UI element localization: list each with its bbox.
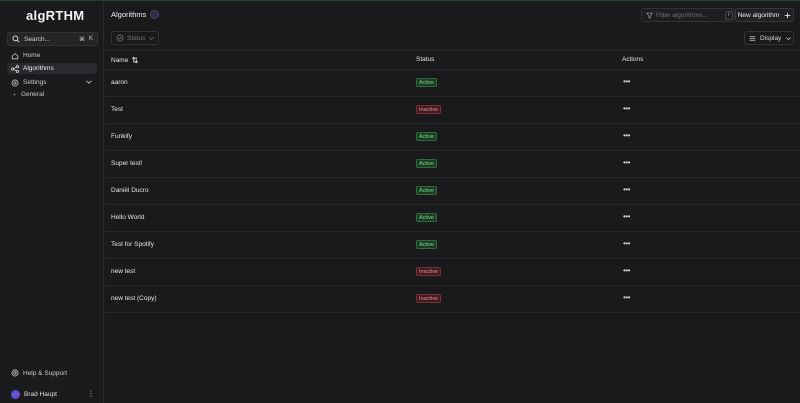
status-badge: Active	[416, 186, 437, 195]
table-row[interactable]: Daniël Ducro Active •••	[105, 178, 800, 205]
main-content: Algorithms / New algorithm Status Displa…	[105, 1, 800, 403]
algorithm-name[interactable]: Super test!	[111, 160, 142, 167]
status-filter-label: Status	[127, 34, 146, 42]
status-badge: Active	[416, 213, 437, 222]
search-shortcut: ⌘ K	[79, 36, 93, 43]
more-horizontal-icon[interactable]: •••	[623, 77, 630, 86]
status-badge: Active	[416, 132, 437, 141]
column-header-name[interactable]: Name	[111, 56, 139, 64]
app-logo[interactable]: algRTHM	[26, 8, 84, 23]
avatar	[11, 390, 20, 399]
page-title: Algorithms	[111, 10, 160, 19]
more-horizontal-icon[interactable]: •••	[623, 185, 630, 194]
algorithm-name[interactable]: new test (Copy)	[111, 295, 157, 302]
user-menu[interactable]: Brad Haupt ⋮	[11, 389, 95, 399]
more-horizontal-icon[interactable]: •••	[623, 239, 630, 248]
sidebar: algRTHM Search... ⌘ K Home Algorithms Se…	[0, 1, 104, 403]
status-badge: Active	[416, 240, 437, 249]
sort-icon[interactable]	[131, 56, 139, 64]
page-title-text: Algorithms	[111, 10, 147, 19]
help-support-link[interactable]: Help & Support	[11, 369, 67, 377]
filter-icon	[646, 12, 653, 19]
more-horizontal-icon[interactable]: •••	[623, 266, 630, 275]
sliders-icon	[749, 35, 756, 42]
table-row[interactable]: aaron Active •••	[105, 70, 800, 97]
new-algorithm-button[interactable]: New algorithm	[735, 8, 794, 22]
user-name: Brad Haupt	[24, 391, 57, 398]
table-header: Name Status Actions	[105, 50, 800, 70]
table-row[interactable]: new test Inactive •••	[105, 259, 800, 286]
new-algorithm-label: New algorithm	[737, 11, 780, 19]
algorithm-name[interactable]: Hello World	[111, 214, 144, 221]
table-row[interactable]: Hello World Active •••	[105, 205, 800, 232]
chevron-down-icon	[148, 35, 155, 42]
status-badge: Active	[416, 78, 437, 87]
algorithm-name[interactable]: Test for Spotify	[111, 241, 154, 248]
sidebar-item-label: Settings	[23, 79, 47, 86]
search-icon	[12, 35, 20, 43]
table-row[interactable]: Test Inactive •••	[105, 97, 800, 124]
algorithm-name[interactable]: aaron	[111, 79, 128, 86]
settings-icon	[11, 79, 19, 87]
algorithm-name[interactable]: Daniël Ducro	[111, 187, 149, 194]
filter-input[interactable]	[656, 11, 722, 19]
dot-icon	[13, 93, 16, 96]
sidebar-item-label: Algorithms	[23, 65, 54, 72]
chevron-down-icon	[785, 35, 792, 42]
algorithm-name[interactable]: Test	[111, 106, 123, 113]
filter-shortcut: /	[725, 10, 733, 20]
sidebar-item-settings[interactable]: Settings	[7, 77, 97, 88]
display-label: Display	[760, 34, 782, 42]
table-row[interactable]: new test (Copy) Inactive •••	[105, 286, 800, 313]
status-badge: Inactive	[416, 294, 441, 303]
plus-icon	[784, 12, 791, 19]
table-row[interactable]: Test for Spotify Active •••	[105, 232, 800, 259]
algorithms-icon	[11, 64, 19, 73]
help-label: Help & Support	[23, 369, 68, 377]
column-header-label: Status	[416, 56, 435, 63]
table-row[interactable]: Super test! Active •••	[105, 151, 800, 178]
status-filter-button[interactable]: Status	[111, 31, 159, 45]
display-button[interactable]: Display	[744, 31, 794, 45]
help-icon	[11, 369, 19, 377]
shortcut-mod-key: ⌘	[78, 36, 85, 43]
count-badge	[150, 10, 160, 19]
sidebar-subitem-label: General	[21, 91, 45, 98]
more-horizontal-icon[interactable]: •••	[623, 104, 630, 113]
chevron-down-icon[interactable]	[85, 78, 93, 86]
more-vertical-icon[interactable]: ⋮	[87, 389, 95, 398]
more-horizontal-icon[interactable]: •••	[623, 293, 630, 302]
search-label: Search...	[24, 35, 51, 43]
filter-field[interactable]: /	[641, 8, 735, 22]
search-button[interactable]: Search... ⌘ K	[7, 32, 98, 46]
column-header-status: Status	[416, 56, 434, 63]
sidebar-subitem-general[interactable]: General	[13, 91, 44, 98]
check-circle-icon	[116, 34, 124, 42]
algorithm-name[interactable]: new test	[111, 268, 135, 275]
column-header-label: Name	[111, 56, 129, 64]
shortcut-key: K	[88, 35, 93, 42]
status-badge: Inactive	[416, 105, 441, 114]
status-badge: Inactive	[416, 267, 441, 276]
more-horizontal-icon[interactable]: •••	[623, 212, 630, 221]
table-row[interactable]: Funkify Active •••	[105, 124, 800, 151]
status-badge: Active	[416, 159, 437, 168]
column-header-actions: Actions	[622, 56, 643, 63]
sidebar-item-home[interactable]: Home	[7, 50, 97, 61]
algorithm-name[interactable]: Funkify	[111, 133, 132, 140]
sidebar-item-algorithms[interactable]: Algorithms	[7, 63, 97, 74]
home-icon	[11, 52, 19, 60]
sidebar-item-label: Home	[23, 52, 41, 59]
more-horizontal-icon[interactable]: •••	[623, 158, 630, 167]
column-header-label: Actions	[622, 56, 644, 63]
more-horizontal-icon[interactable]: •••	[623, 131, 630, 140]
